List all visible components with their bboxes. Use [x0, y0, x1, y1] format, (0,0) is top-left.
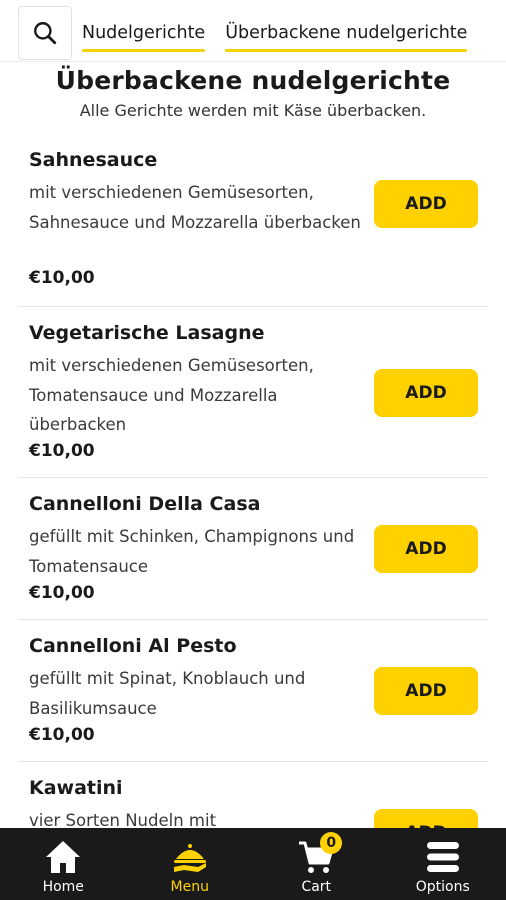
item-description: gefüllt mit Schinken, Champignons und To…	[29, 527, 355, 576]
section-header: Überbackene nudelgerichte Alle Gerichte …	[0, 62, 506, 134]
nav-label: Options	[415, 879, 470, 895]
item-description: mit verschiedenen Gemüsesorten, Sahnesau…	[29, 183, 361, 232]
category-tabs: Nudelgerichte Überbackene nudelgerichte	[82, 0, 487, 62]
tab-nudelgerichte[interactable]: Nudelgerichte	[82, 0, 206, 62]
item-name: Cannelloni Della Casa	[29, 493, 261, 515]
bottom-nav: Home Menu 0 Cart Options	[0, 828, 506, 900]
menu-item: Cannelloni Al Pesto gefüllt mit Spinat, …	[18, 620, 488, 762]
item-price: €10,00	[29, 268, 95, 288]
cart-count-badge: 0	[320, 832, 343, 854]
nav-label: Cart	[301, 879, 332, 895]
item-price: €10,00	[29, 725, 95, 745]
home-icon	[43, 838, 83, 876]
item-price: €10,00	[29, 583, 95, 603]
tab-underline	[82, 49, 206, 52]
item-name: Cannelloni Al Pesto	[29, 635, 237, 657]
menu-item: Kawatini vier Sorten Nudeln mit ADD	[18, 762, 488, 828]
tab-ueberbackene-nudelgerichte[interactable]: Überbackene nudelgerichte	[225, 0, 468, 62]
cart-icon: 0	[296, 832, 343, 876]
add-button[interactable]: ADD	[374, 809, 478, 828]
item-price: €10,00	[29, 441, 95, 461]
add-button[interactable]: ADD	[374, 525, 478, 573]
item-name: Sahnesauce	[29, 149, 158, 171]
tab-label: Nudelgerichte	[82, 23, 206, 43]
hamburger-icon	[423, 838, 463, 876]
top-bar: Nudelgerichte Überbackene nudelgerichte	[0, 0, 506, 62]
nav-home[interactable]: Home	[0, 828, 127, 900]
nav-label: Menu	[170, 879, 209, 895]
section-subtitle: Alle Gerichte werden mit Käse überbacken…	[79, 101, 427, 120]
menu-item-list[interactable]: Sahnesauce mit verschiedenen Gemüsesorte…	[0, 134, 506, 828]
search-button[interactable]	[18, 6, 72, 60]
nav-menu[interactable]: Menu	[127, 828, 254, 900]
section-title: Überbackene nudelgerichte	[55, 66, 451, 95]
nav-label: Home	[42, 879, 84, 895]
add-button[interactable]: ADD	[374, 180, 478, 228]
tab-underline	[225, 49, 468, 52]
item-name: Vegetarische Lasagne	[29, 322, 265, 344]
item-description: mit verschiedenen Gemüsesorten, Tomatens…	[29, 356, 314, 434]
nav-cart[interactable]: 0 Cart	[253, 828, 380, 900]
item-name: Kawatini	[29, 777, 123, 799]
nav-options[interactable]: Options	[380, 828, 506, 900]
menu-food-icon	[170, 838, 210, 876]
add-button[interactable]: ADD	[374, 667, 478, 715]
item-description: gefüllt mit Spinat, Knoblauch und Basili…	[29, 669, 306, 718]
menu-item: Vegetarische Lasagne mit verschiedenen G…	[18, 307, 488, 478]
search-icon	[34, 22, 57, 45]
item-description: vier Sorten Nudeln mit	[29, 811, 217, 828]
menu-item: Sahnesauce mit verschiedenen Gemüsesorte…	[18, 134, 488, 307]
add-button[interactable]: ADD	[374, 369, 478, 417]
tab-label: Überbackene nudelgerichte	[225, 23, 468, 43]
menu-item: Cannelloni Della Casa gefüllt mit Schink…	[18, 478, 488, 620]
